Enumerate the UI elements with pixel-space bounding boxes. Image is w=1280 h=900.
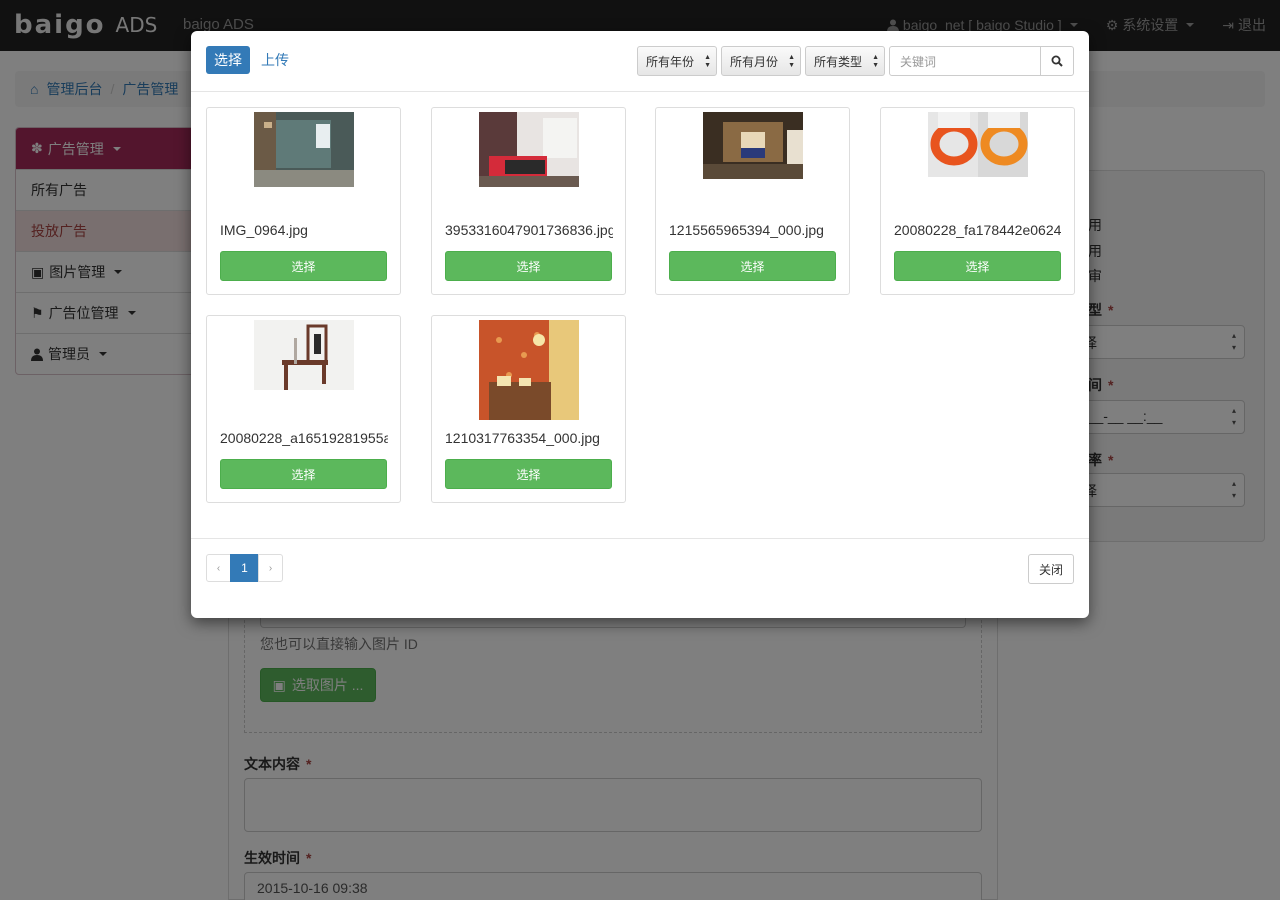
image-thumbnail[interactable] bbox=[254, 112, 354, 187]
close-button[interactable]: 关闭 bbox=[1028, 554, 1074, 584]
image-card: 3953316047901736836.jpg 选择 bbox=[431, 107, 626, 295]
image-thumbnail[interactable] bbox=[479, 320, 579, 420]
image-thumbnail[interactable] bbox=[254, 320, 354, 390]
image-card: IMG_0964.jpg 选择 bbox=[206, 107, 401, 295]
image-card: 1215565965394_000.jpg 选择 bbox=[655, 107, 850, 295]
select-image-button[interactable]: 选择 bbox=[669, 251, 836, 281]
year-filter-value: 所有年份 bbox=[646, 54, 695, 69]
image-thumbnail[interactable] bbox=[928, 112, 1028, 177]
image-filename: 20080228_fa178442e0624 bbox=[894, 222, 1062, 238]
image-filename: IMG_0964.jpg bbox=[220, 222, 308, 238]
modal-footer: ‹ 1 › 关闭 bbox=[191, 538, 1089, 618]
search-button[interactable] bbox=[1040, 46, 1074, 76]
select-image-button[interactable]: 选择 bbox=[445, 251, 612, 281]
tab-upload[interactable]: 上传 bbox=[261, 46, 289, 74]
image-card: 20080228_fa178442e0624 选择 bbox=[880, 107, 1075, 295]
image-card: 1210317763354_000.jpg 选择 bbox=[431, 315, 626, 503]
prev-page-button[interactable]: ‹ bbox=[206, 554, 231, 582]
next-page-button[interactable]: › bbox=[258, 554, 283, 582]
image-select-modal: 选择 上传 所有年份 ▲ ▼ 所有月份 ▲ ▼ 所有类型 ▲ ▼ 关键词 IMG… bbox=[191, 31, 1089, 618]
month-filter-select[interactable]: 所有月份 ▲ ▼ bbox=[721, 46, 801, 76]
select-image-button[interactable]: 选择 bbox=[894, 251, 1061, 281]
modal-header: 选择 上传 所有年份 ▲ ▼ 所有月份 ▲ ▼ 所有类型 ▲ ▼ 关键词 bbox=[191, 31, 1089, 92]
image-filename: 20080228_a16519281955a bbox=[220, 430, 388, 446]
keyword-placeholder: 关键词 bbox=[900, 54, 937, 69]
image-filename: 1210317763354_000.jpg bbox=[445, 430, 600, 446]
image-filename: 1215565965394_000.jpg bbox=[669, 222, 824, 238]
select-arrows-icon: ▲ ▼ bbox=[788, 54, 795, 69]
month-filter-value: 所有月份 bbox=[730, 54, 779, 69]
pagination: ‹ 1 › bbox=[206, 554, 283, 582]
select-image-button[interactable]: 选择 bbox=[220, 251, 387, 281]
image-thumbnail[interactable] bbox=[479, 112, 579, 187]
select-arrows-icon: ▲ ▼ bbox=[872, 54, 879, 69]
keyword-input[interactable]: 关键词 bbox=[889, 46, 1041, 76]
image-filename: 3953316047901736836.jpg bbox=[445, 222, 613, 238]
year-filter-select[interactable]: 所有年份 ▲ ▼ bbox=[637, 46, 717, 76]
image-thumbnail[interactable] bbox=[703, 112, 803, 179]
select-image-button[interactable]: 选择 bbox=[445, 459, 612, 489]
select-arrows-icon: ▲ ▼ bbox=[704, 54, 711, 69]
page-1-button[interactable]: 1 bbox=[230, 554, 259, 582]
tab-select[interactable]: 选择 bbox=[206, 46, 250, 74]
search-icon bbox=[1051, 55, 1063, 67]
type-filter-select[interactable]: 所有类型 ▲ ▼ bbox=[805, 46, 885, 76]
select-image-button[interactable]: 选择 bbox=[220, 459, 387, 489]
image-card: 20080228_a16519281955a 选择 bbox=[206, 315, 401, 503]
type-filter-value: 所有类型 bbox=[814, 54, 863, 69]
